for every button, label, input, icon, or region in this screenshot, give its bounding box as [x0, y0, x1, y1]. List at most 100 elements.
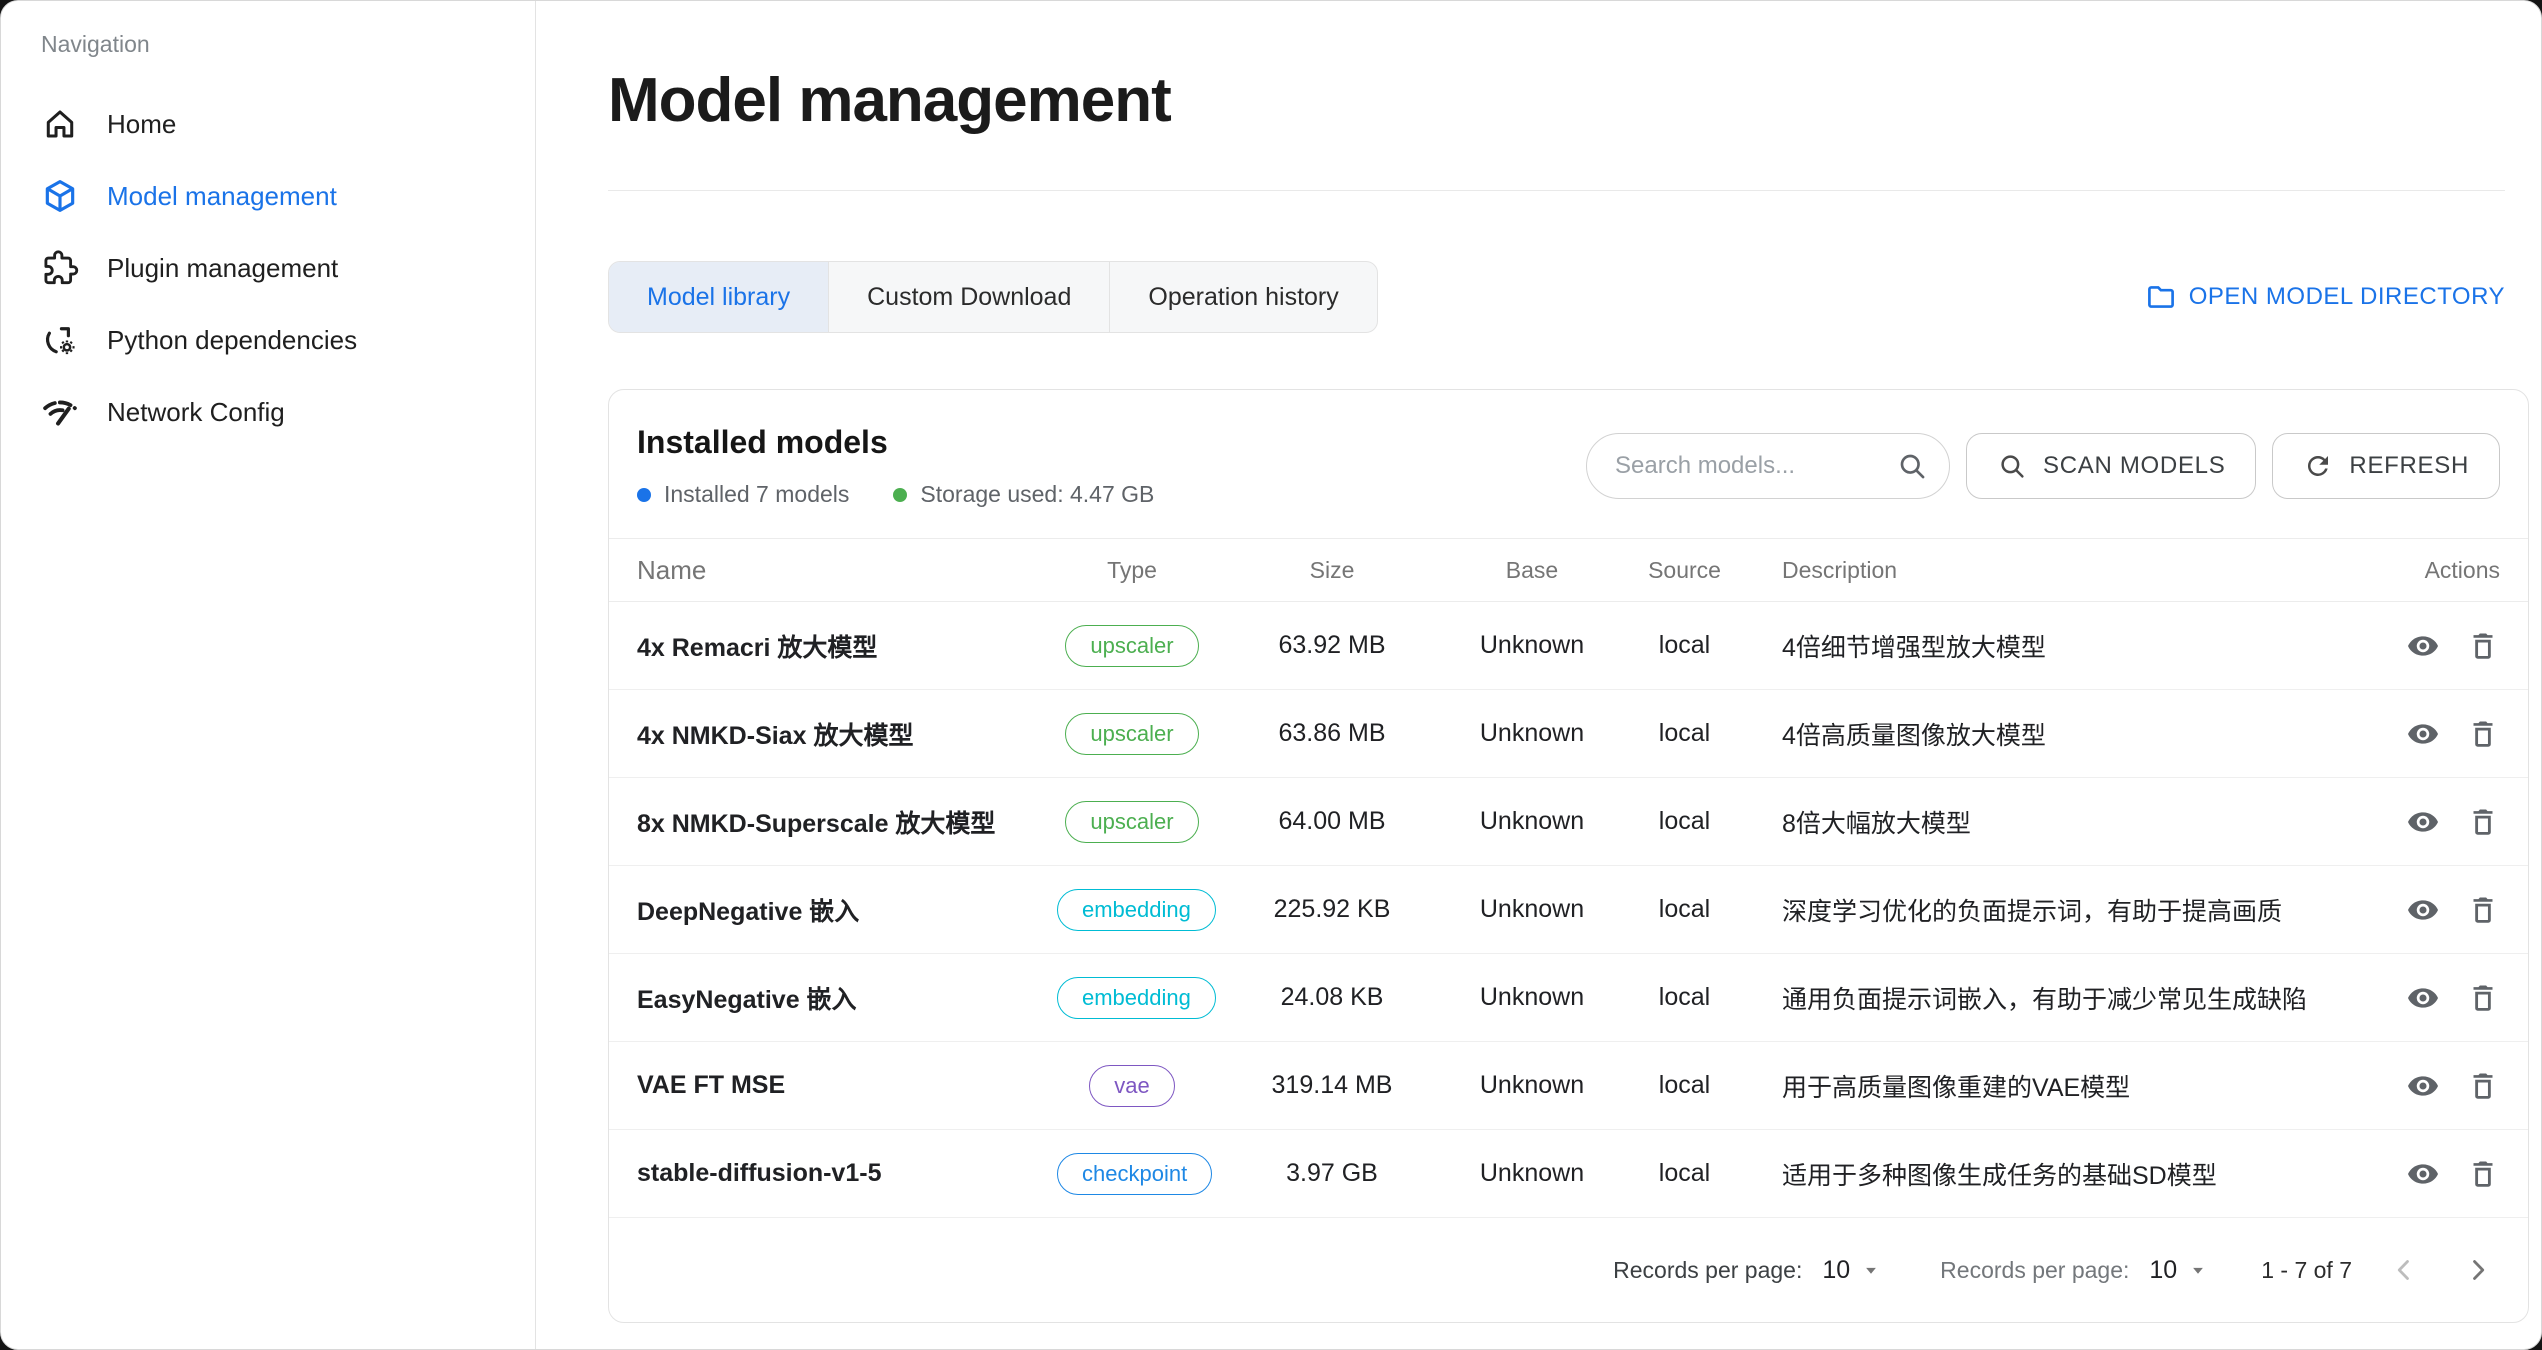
view-model-button[interactable]	[2406, 1069, 2440, 1103]
blue-dot-icon	[637, 488, 651, 502]
records-per-page-select[interactable]: 10	[2149, 1256, 2211, 1285]
eye-icon	[2406, 1069, 2440, 1103]
page-title: Model management	[608, 65, 2529, 136]
model-source: local	[1607, 807, 1762, 836]
model-base: Unknown	[1457, 719, 1607, 748]
delete-model-button[interactable]	[2466, 893, 2500, 927]
type-badge: upscaler	[1065, 625, 1198, 667]
model-base: Unknown	[1457, 631, 1607, 660]
delete-model-button[interactable]	[2466, 1069, 2500, 1103]
refresh-icon	[2303, 451, 2333, 481]
model-source: local	[1607, 719, 1762, 748]
delete-model-button[interactable]	[2466, 717, 2500, 751]
open-model-directory-link[interactable]: OPEN MODEL DIRECTORY	[2145, 281, 2505, 313]
type-badge: embedding	[1057, 977, 1216, 1019]
records-per-page-select[interactable]: 10	[1822, 1256, 1884, 1285]
type-badge: upscaler	[1065, 801, 1198, 843]
sidebar-item-label: Model management	[107, 181, 337, 212]
previous-page-button[interactable]	[2382, 1248, 2426, 1292]
model-base: Unknown	[1457, 1159, 1607, 1188]
eye-icon	[2406, 629, 2440, 663]
open-model-directory-label: OPEN MODEL DIRECTORY	[2189, 283, 2505, 311]
model-name: DeepNegative 嵌入	[637, 892, 1057, 928]
trash-icon	[2466, 1157, 2500, 1191]
model-source: local	[1607, 983, 1762, 1012]
view-model-button[interactable]	[2406, 805, 2440, 839]
model-base: Unknown	[1457, 895, 1607, 924]
sidebar-item-python-dependencies[interactable]: Python dependencies	[1, 304, 535, 376]
trash-icon	[2466, 1069, 2500, 1103]
model-size: 3.97 GB	[1207, 1159, 1457, 1188]
tab-custom-download[interactable]: Custom Download	[828, 262, 1109, 332]
sidebar-item-label: Python dependencies	[107, 325, 357, 356]
view-model-button[interactable]	[2406, 981, 2440, 1015]
column-source: Source	[1607, 557, 1762, 584]
model-size: 64.00 MB	[1207, 807, 1457, 836]
column-name: Name	[637, 555, 1057, 586]
column-description: Description	[1762, 557, 2335, 584]
model-description: 通用负面提示词嵌入，有助于减少常见生成缺陷	[1762, 980, 2335, 1016]
sidebar-item-plugin-management[interactable]: Plugin management	[1, 232, 535, 304]
model-description: 4倍细节增强型放大模型	[1762, 628, 2335, 664]
installed-count-stat: Installed 7 models	[637, 481, 849, 508]
delete-model-button[interactable]	[2466, 629, 2500, 663]
search-input[interactable]	[1586, 433, 1950, 499]
eye-icon	[2406, 893, 2440, 927]
view-model-button[interactable]	[2406, 1157, 2440, 1191]
model-description: 适用于多种图像生成任务的基础SD模型	[1762, 1156, 2335, 1192]
trash-icon	[2466, 629, 2500, 663]
model-description: 4倍高质量图像放大模型	[1762, 716, 2335, 752]
sidebar-item-label: Plugin management	[107, 253, 338, 284]
sidebar: Navigation Home Model management Plugin ma…	[1, 1, 536, 1349]
caret-down-icon	[1858, 1257, 1884, 1283]
toolbar-row: Model libraryCustom DownloadOperation hi…	[608, 261, 2505, 333]
next-page-button[interactable]	[2456, 1248, 2500, 1292]
refresh-button[interactable]: REFRESH	[2272, 433, 2500, 499]
pagination: Records per page: 10 Records per page: 1…	[609, 1218, 2528, 1322]
type-badge: upscaler	[1065, 713, 1198, 755]
column-type: Type	[1057, 557, 1207, 584]
model-base: Unknown	[1457, 1071, 1607, 1100]
sidebar-item-label: Home	[107, 109, 176, 140]
model-name: 8x NMKD-Superscale 放大模型	[637, 804, 1057, 840]
model-base: Unknown	[1457, 983, 1607, 1012]
sidebar-item-network-config[interactable]: Network Config	[1, 376, 535, 448]
view-model-button[interactable]	[2406, 629, 2440, 663]
trash-icon	[2466, 717, 2500, 751]
eye-icon	[2406, 717, 2440, 751]
model-name: 4x NMKD-Siax 放大模型	[637, 716, 1057, 752]
tab-model-library[interactable]: Model library	[609, 262, 828, 332]
installed-models-card: Installed models Installed 7 models Stor…	[608, 389, 2529, 1323]
table-header: Name Type Size Base Source Description A…	[609, 538, 2528, 602]
sidebar-item-model-management[interactable]: Model management	[1, 160, 535, 232]
delete-model-button[interactable]	[2466, 981, 2500, 1015]
home-icon	[41, 105, 79, 143]
sidebar-title: Navigation	[41, 31, 535, 58]
table-row: DeepNegative 嵌入embedding225.92 KBUnknown…	[609, 866, 2528, 954]
card-title: Installed models	[637, 424, 1154, 461]
type-badge: vae	[1089, 1065, 1174, 1107]
table-row: 4x Remacri 放大模型upscaler63.92 MBUnknownlo…	[609, 602, 2528, 690]
type-badge: embedding	[1057, 889, 1216, 931]
records-per-page-control: Records per page: 10	[1613, 1256, 1884, 1285]
view-model-button[interactable]	[2406, 893, 2440, 927]
delete-model-button[interactable]	[2466, 1157, 2500, 1191]
scan-models-button[interactable]: SCAN MODELS	[1966, 433, 2256, 499]
chevron-right-icon	[2463, 1255, 2493, 1285]
eye-icon	[2406, 1157, 2440, 1191]
column-base: Base	[1457, 557, 1607, 584]
storage-used-stat: Storage used: 4.47 GB	[893, 481, 1154, 508]
model-description: 8倍大幅放大模型	[1762, 804, 2335, 840]
table-row: EasyNegative 嵌入embedding24.08 KBUnknownl…	[609, 954, 2528, 1042]
view-model-button[interactable]	[2406, 717, 2440, 751]
trash-icon	[2466, 805, 2500, 839]
model-source: local	[1607, 1159, 1762, 1188]
eye-icon	[2406, 981, 2440, 1015]
green-dot-icon	[893, 488, 907, 502]
sidebar-item-home[interactable]: Home	[1, 88, 535, 160]
model-source: local	[1607, 1071, 1762, 1100]
tab-operation-history[interactable]: Operation history	[1109, 262, 1376, 332]
sidebar-item-label: Network Config	[107, 397, 285, 428]
model-size: 24.08 KB	[1207, 983, 1457, 1012]
delete-model-button[interactable]	[2466, 805, 2500, 839]
